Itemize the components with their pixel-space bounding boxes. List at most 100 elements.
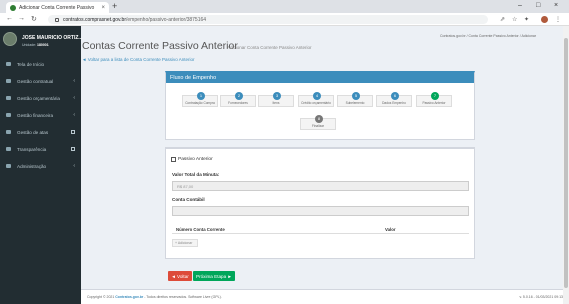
next-step-button[interactable]: Próxima Etapa ►	[193, 271, 235, 281]
minimize-icon[interactable]: –	[518, 2, 522, 9]
flow-step-number: 4	[313, 92, 321, 100]
external-link-icon	[71, 147, 75, 151]
url-input[interactable]: contratos.comprasnet.gov.br/empenho/pass…	[48, 15, 488, 24]
sidebar-item-7[interactable]: Administração ‹	[0, 160, 81, 172]
flow-panel-title: Fluxo de Empenho	[166, 73, 474, 83]
flow-step-label: Contratação Compra	[185, 101, 215, 105]
conta-contabil-field[interactable]	[172, 206, 469, 216]
flow-step-8[interactable]: 8 Finalizar	[300, 115, 336, 130]
valor-total-field: R$ 87,00	[172, 181, 469, 191]
profile-avatar[interactable]	[541, 16, 548, 23]
browser-tab[interactable]: Adicionar Conta Corrente Passivo ×	[6, 2, 109, 13]
user-name[interactable]: JOSE MAURICIO ORTIZ...	[22, 35, 83, 41]
sidebar-item-label: Gestão contratual	[17, 78, 54, 84]
flow-step-5[interactable]: 5 Subelemento	[337, 92, 373, 107]
flow-step-label: Subelemento	[345, 101, 365, 105]
folder-icon	[6, 79, 11, 83]
forward-arrow-icon[interactable]: →	[18, 15, 25, 22]
flow-step-label: Passivo Anterior	[422, 101, 446, 105]
sidebar-item-label: Tela de Início	[17, 61, 45, 67]
flow-step-number: 8	[315, 115, 323, 123]
flow-step-label: Crédito orçamentário	[301, 101, 331, 105]
flow-step-number: 6	[391, 92, 399, 100]
flow-step-1[interactable]: 1 Contratação Compra	[182, 92, 218, 107]
sidebar: JOSE MAURICIO ORTIZ... Unidade: 180001 T…	[0, 26, 83, 304]
flow-step-label: Itens	[272, 101, 280, 105]
sidebar-item-label: Gestão orçamentária	[17, 95, 60, 101]
user-unit: Unidade: 180001	[22, 43, 49, 47]
user-panel: JOSE MAURICIO ORTIZ... Unidade: 180001	[0, 26, 83, 52]
footer-site-link[interactable]: Contratos.gov.br	[115, 295, 143, 299]
sidebar-item-6[interactable]: Transparência	[0, 143, 81, 155]
col-numero-conta: Número Conta Corrente	[176, 227, 225, 232]
sidebar-item-3[interactable]: Gestão orçamentária ‹	[0, 92, 81, 104]
site-favicon-icon	[10, 4, 16, 11]
flow-step-label: Dados Empenho	[382, 101, 406, 105]
sidebar-item-label: Gestão financeira	[17, 112, 54, 118]
address-bar-row: ← → ↻ contratos.comprasnet.gov.br/empenh…	[0, 13, 569, 26]
flow-step-2[interactable]: 2 Fornecedores	[220, 92, 256, 107]
sidebar-item-label: Administração	[17, 163, 47, 169]
add-row-button[interactable]: + Adicionar	[172, 239, 198, 247]
chevron-left-icon: ‹	[73, 95, 75, 101]
url-host: contratos.comprasnet.gov.br	[63, 16, 126, 23]
lock-icon	[55, 17, 59, 22]
valor-total-label: Valor Total da Minuta:	[172, 172, 220, 177]
page-title: Contas Corrente Passivo Anterior	[82, 40, 238, 52]
conta-contabil-label: Conta Contábil	[172, 197, 205, 202]
sidebar-item-label: Transparência	[17, 146, 47, 152]
sidebar-item-2[interactable]: Gestão contratual ‹	[0, 75, 81, 87]
flow-step-7[interactable]: 7 Passivo Anterior	[416, 92, 452, 107]
user-avatar	[3, 32, 17, 46]
back-arrow-icon[interactable]: ←	[6, 15, 13, 22]
browser-tab-bar: Adicionar Conta Corrente Passivo × + – □…	[0, 0, 569, 13]
back-button[interactable]: ◄ Voltar	[168, 271, 192, 281]
list-icon	[6, 130, 11, 134]
sidebar-item-4[interactable]: Gestão financeira ‹	[0, 109, 81, 121]
flow-step-3[interactable]: 3 Itens	[258, 92, 294, 107]
sidebar-item-1[interactable]: Tela de Início	[0, 58, 81, 70]
passivo-form-panel	[165, 147, 475, 259]
flow-step-4[interactable]: 4 Crédito orçamentário	[298, 92, 334, 107]
back-to-list-link[interactable]: ◄ Voltar para a lista de Conta Corrente …	[82, 57, 195, 62]
share-icon[interactable]: ⇗	[500, 16, 505, 23]
page-scrollbar[interactable]	[563, 26, 569, 304]
scrollbar-thumb[interactable]	[564, 38, 568, 288]
col-valor: Valor	[385, 227, 396, 232]
flow-step-number: 5	[352, 92, 360, 100]
footer: Copyright © 2021 Contratos.gov.br - Todo…	[81, 289, 569, 304]
reload-icon[interactable]: ↻	[31, 15, 37, 23]
new-tab-icon[interactable]: +	[112, 1, 117, 11]
home-icon	[6, 62, 11, 66]
tab-close-icon[interactable]: ×	[101, 5, 105, 11]
external-link-icon	[71, 130, 75, 134]
close-window-icon[interactable]: ×	[554, 2, 558, 9]
star-icon[interactable]: ☆	[512, 16, 517, 23]
chevron-left-icon: ‹	[73, 112, 75, 118]
money-icon	[6, 96, 11, 100]
passivo-anterior-checkbox[interactable]	[171, 157, 176, 162]
footer-version: v. 5.0.16 - 01/03/2021 09:13	[519, 295, 563, 299]
page-subtitle: Adicionar Conta Corrente Passivo Anterio…	[227, 45, 312, 50]
flow-step-label: Finalizar	[311, 124, 325, 128]
flow-step-number: 2	[235, 92, 243, 100]
eye-icon	[6, 147, 11, 151]
flow-step-number: 3	[273, 92, 281, 100]
sidebar-item-label: Gestão de atas	[17, 129, 49, 135]
passivo-anterior-label: Passivo Anterior	[178, 157, 213, 162]
table-divider	[172, 233, 469, 234]
maximize-icon[interactable]: □	[536, 2, 540, 9]
flow-step-label: Fornecedores	[228, 101, 248, 105]
money-icon	[6, 113, 11, 117]
extensions-icon[interactable]: ✦	[524, 16, 529, 23]
chevron-left-icon: ‹	[73, 163, 75, 169]
flow-step-6[interactable]: 6 Dados Empenho	[376, 92, 412, 107]
breadcrumb[interactable]: Contratos.gov.br / Conta Corrente Passiv…	[440, 34, 536, 38]
chevron-left-icon: ‹	[73, 78, 75, 84]
browser-menu-icon[interactable]: ⋮	[555, 16, 561, 23]
flow-step-number: 1	[197, 92, 205, 100]
flow-step-number: 7	[431, 92, 439, 100]
url-path: /empenho/passivo-anterior/3875164	[126, 16, 207, 23]
tab-title: Adicionar Conta Corrente Passivo	[19, 4, 95, 11]
sidebar-item-5[interactable]: Gestão de atas	[0, 126, 81, 138]
